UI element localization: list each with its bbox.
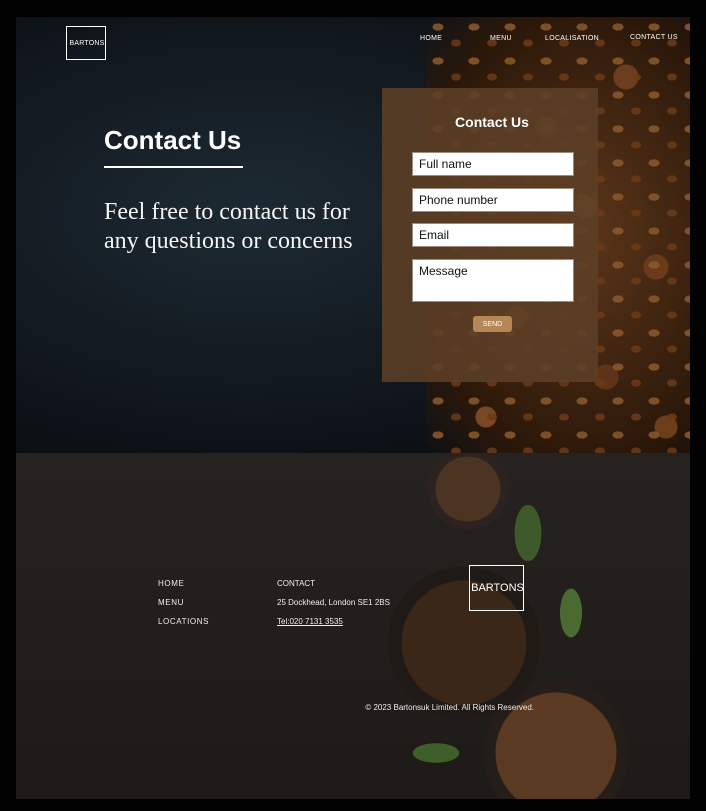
footer-brand-logo[interactable]: BARTONS <box>469 565 524 611</box>
contact-form: Contact Us SEND <box>382 88 598 382</box>
form-title: Contact Us <box>455 114 529 130</box>
copyright-text: © 2023 Bartonsuk Limited. All Rights Res… <box>365 703 534 712</box>
page-title: Contact Us <box>104 125 242 155</box>
footer-address: 25 Dockhead, London SE1 2BS <box>277 598 390 607</box>
footer-contact-heading: CONTACT <box>277 579 316 588</box>
nav-localisation[interactable]: LOCALISATION <box>545 35 599 42</box>
footer-link-home[interactable]: HOME <box>158 579 184 588</box>
title-underline <box>104 166 243 168</box>
nav-contact-us[interactable]: CONTACT US <box>630 34 678 41</box>
hero-section: BARTONS HOME MENU LOCALISATION CONTACT U… <box>16 17 690 453</box>
full-name-input[interactable] <box>412 152 574 176</box>
nav-home[interactable]: HOME <box>420 35 442 42</box>
nav-menu[interactable]: MENU <box>490 35 512 42</box>
email-input[interactable] <box>412 223 574 247</box>
phone-number-input[interactable] <box>412 188 574 212</box>
footer-logo-text: BARTONS <box>471 582 524 594</box>
footer-link-menu[interactable]: MENU <box>158 598 184 607</box>
page-frame: BARTONS HOME MENU LOCALISATION CONTACT U… <box>16 17 690 799</box>
message-textarea[interactable] <box>412 259 574 302</box>
brand-logo[interactable]: BARTONS <box>66 26 106 60</box>
footer-phone-link[interactable]: Tel:020 7131 3535 <box>277 617 343 626</box>
footer-link-locations[interactable]: LOCATIONS <box>158 617 209 626</box>
brand-logo-text: BARTONS <box>69 39 105 47</box>
send-button[interactable]: SEND <box>473 316 512 332</box>
hero-tagline: Feel free to contact us for any question… <box>104 199 353 254</box>
site-footer: HOME MENU LOCATIONS CONTACT 25 Dockhead,… <box>16 453 690 799</box>
